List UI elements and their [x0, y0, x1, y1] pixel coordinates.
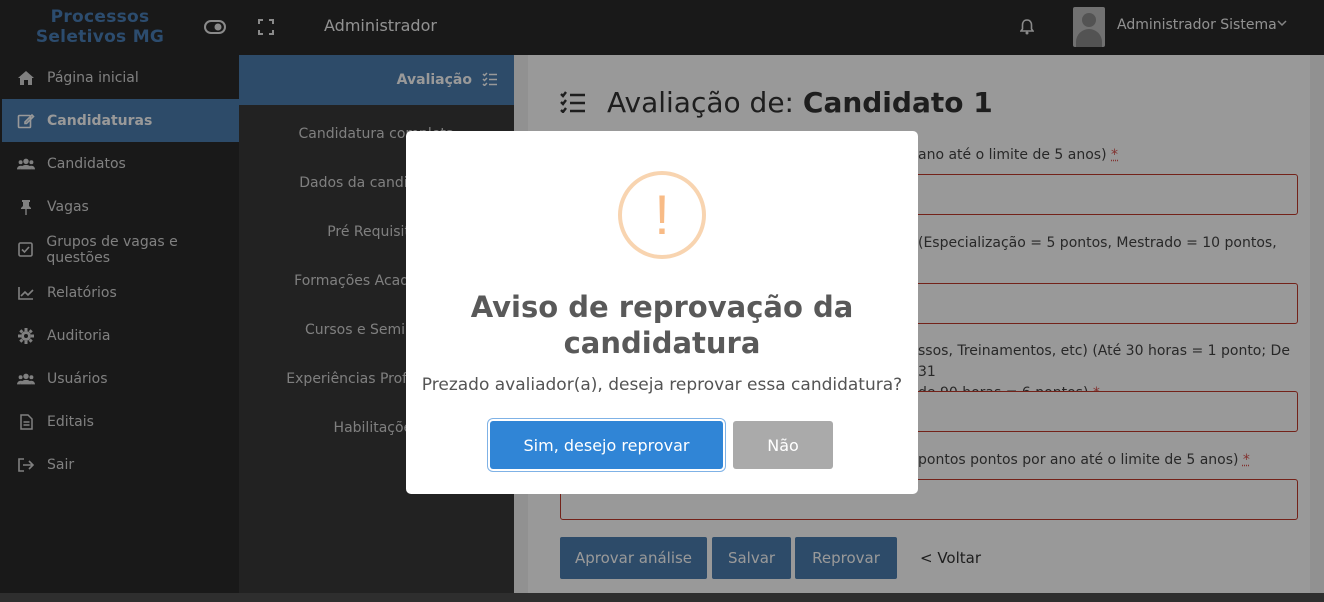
dialog-message: Prezado avaliador(a), deseja reprovar es…: [421, 375, 903, 395]
cancel-button[interactable]: Não: [733, 421, 833, 469]
dialog-title: Aviso de reprovação da candidatura: [470, 290, 854, 360]
warning-icon: !: [618, 171, 706, 259]
confirm-reject-button[interactable]: Sim, desejo reprovar: [490, 421, 723, 469]
rejection-dialog: ! Aviso de reprovação da candidatura Pre…: [406, 131, 918, 494]
warning-mark: !: [654, 183, 670, 246]
